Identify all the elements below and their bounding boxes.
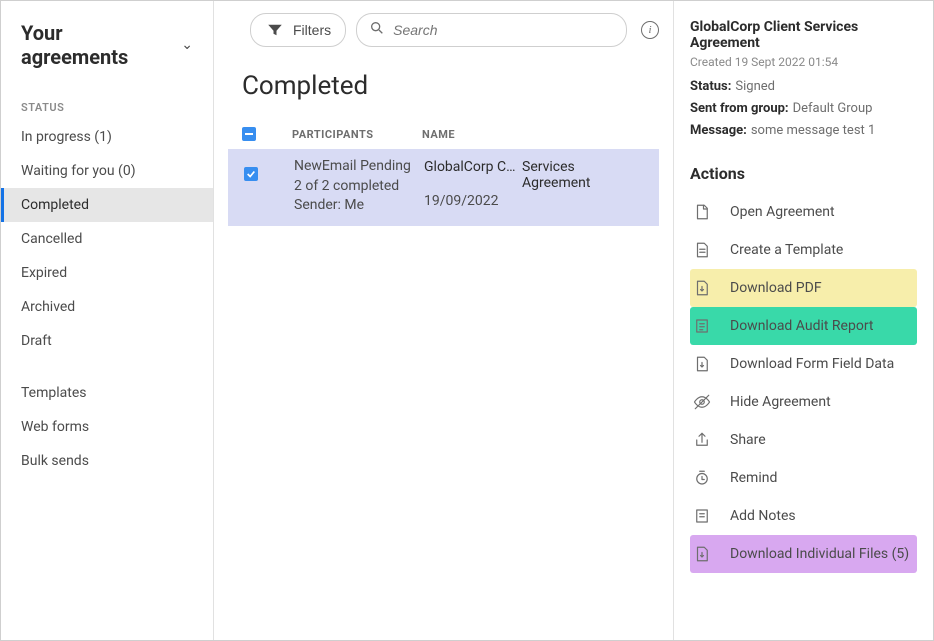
sidebar-item-completed[interactable]: Completed (1, 188, 213, 222)
share-icon (692, 430, 712, 450)
sidebar-item-waiting[interactable]: Waiting for you (0) (1, 154, 213, 188)
template-icon (692, 240, 712, 260)
filters-label: Filters (293, 22, 331, 38)
agreements-dropdown[interactable]: Your agreements ⌄ (1, 15, 213, 87)
eye-off-icon (692, 392, 712, 412)
sidebar-item-archived[interactable]: Archived (1, 290, 213, 324)
files-download-icon (692, 544, 712, 564)
action-download-individual-files[interactable]: Download Individual Files (5) (690, 535, 917, 573)
info-icon[interactable]: i (641, 21, 659, 39)
search-field-wrap[interactable] (356, 13, 627, 47)
sidebar-item-templates[interactable]: Templates (1, 376, 213, 410)
form-data-icon (692, 354, 712, 374)
chevron-down-icon: ⌄ (181, 37, 193, 53)
status-section-label: STATUS (1, 87, 213, 120)
action-create-template[interactable]: Create a Template (690, 231, 917, 269)
col-header-name: NAME (422, 128, 645, 141)
action-download-audit[interactable]: Download Audit Report (690, 307, 917, 345)
detail-created: Created 19 Sept 2022 01:54 (690, 55, 917, 69)
search-input[interactable] (393, 22, 614, 38)
search-icon (369, 20, 385, 40)
detail-message: Message:some message test 1 (690, 123, 917, 138)
row-checkbox[interactable] (244, 167, 258, 181)
audit-report-icon (692, 316, 712, 336)
detail-title: GlobalCorp Client Services Agreement (690, 19, 917, 51)
sidebar-item-expired[interactable]: Expired (1, 256, 213, 290)
table-row[interactable]: NewEmail Pending 2 of 2 completed Sender… (228, 149, 659, 226)
page-title: Your agreements (21, 21, 171, 69)
action-share[interactable]: Share (690, 421, 917, 459)
funnel-icon (265, 20, 285, 40)
detail-status: Status:Signed (690, 79, 917, 94)
action-remind[interactable]: Remind (690, 459, 917, 497)
sidebar-item-bulk-sends[interactable]: Bulk sends (1, 444, 213, 478)
action-download-pdf[interactable]: Download PDF (690, 269, 917, 307)
sidebar-item-draft[interactable]: Draft (1, 324, 213, 358)
agreement-name-extra: Services Agreement (522, 159, 645, 191)
select-all-checkbox[interactable] (242, 127, 256, 141)
sidebar-item-web-forms[interactable]: Web forms (1, 410, 213, 444)
filters-button[interactable]: Filters (250, 13, 346, 47)
agreement-name-truncated: GlobalCorp Cli… (424, 159, 516, 175)
detail-group: Sent from group:Default Group (690, 101, 917, 116)
table-header: PARTICIPANTS NAME (228, 119, 659, 149)
section-title: Completed (242, 71, 659, 101)
action-download-form-data[interactable]: Download Form Field Data (690, 345, 917, 383)
action-open-agreement[interactable]: Open Agreement (690, 193, 917, 231)
sidebar-item-in-progress[interactable]: In progress (1) (1, 120, 213, 154)
action-hide-agreement[interactable]: Hide Agreement (690, 383, 917, 421)
pdf-download-icon (692, 278, 712, 298)
col-header-participants: PARTICIPANTS (292, 128, 422, 141)
document-icon (692, 202, 712, 222)
participant-name: NewEmail Pending (294, 157, 424, 177)
clock-icon (692, 468, 712, 488)
sidebar-item-cancelled[interactable]: Cancelled (1, 222, 213, 256)
actions-heading: Actions (690, 164, 917, 183)
agreement-date: 19/09/2022 (424, 193, 645, 209)
participant-progress: 2 of 2 completed (294, 177, 424, 197)
notes-icon (692, 506, 712, 526)
action-add-notes[interactable]: Add Notes (690, 497, 917, 535)
participant-sender: Sender: Me (294, 196, 424, 216)
